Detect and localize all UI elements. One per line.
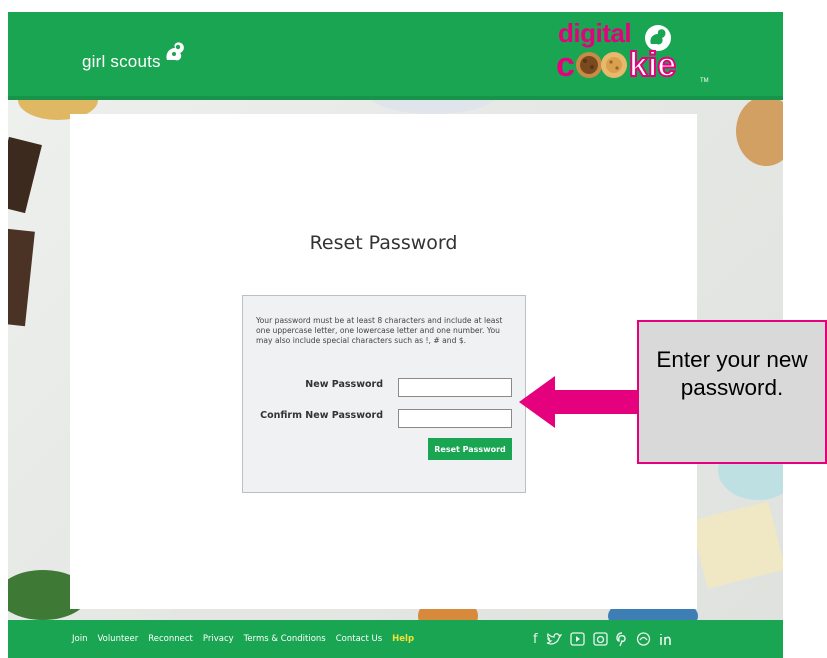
girl-scouts-logo[interactable]: girl scouts [82, 40, 187, 72]
pinterest-icon[interactable] [615, 631, 628, 647]
reset-password-button[interactable]: Reset Password [428, 438, 512, 460]
digital-cookie-logo[interactable]: digital c kie TM [556, 18, 716, 92]
digital-cookie-logo-digital: digital [558, 18, 632, 48]
social-links: f [533, 620, 675, 658]
blog-icon[interactable] [636, 632, 651, 646]
facebook-icon[interactable]: f [533, 633, 538, 646]
new-password-input[interactable] [398, 378, 512, 397]
confirm-password-input[interactable] [398, 409, 512, 428]
reset-password-form: Your password must be at least 8 charact… [242, 295, 526, 493]
digital-cookie-logo-kie: kie [628, 46, 677, 84]
footer-link-privacy[interactable]: Privacy [203, 634, 234, 644]
page-title: Reset Password [309, 232, 458, 254]
confirm-password-label: Confirm New Password [260, 410, 383, 421]
footer-link-join[interactable]: Join [72, 634, 87, 644]
instagram-icon[interactable] [592, 632, 608, 646]
footer-nav: Join Volunteer Reconnect Privacy Terms &… [72, 620, 414, 658]
cookie-image [736, 100, 783, 166]
twitter-icon[interactable] [546, 632, 562, 646]
footer-link-volunteer[interactable]: Volunteer [97, 634, 138, 644]
trademark-mark: TM [700, 78, 709, 84]
cheese-image [690, 501, 783, 589]
new-password-label: New Password [305, 379, 383, 390]
pointer-arrow-icon [519, 376, 641, 428]
site-footer: Join Volunteer Reconnect Privacy Terms &… [8, 620, 783, 658]
reset-password-card: Reset Password Your password must be at … [70, 114, 697, 609]
trefoil-icon [166, 42, 184, 61]
girl-scouts-logo-text: girl scouts [82, 52, 161, 71]
site-header: girl scouts digital c kie TM [8, 12, 783, 100]
digital-cookie-logo-cookie: c kie [556, 46, 677, 84]
instruction-callout-text: Enter your new password. [656, 347, 808, 400]
footer-link-contact[interactable]: Contact Us [336, 634, 382, 644]
youtube-icon[interactable] [569, 632, 585, 646]
linkedin-icon[interactable] [659, 632, 675, 646]
password-requirements-text: Your password must be at least 8 charact… [256, 316, 503, 345]
footer-link-help[interactable]: Help [392, 634, 414, 644]
footer-link-terms[interactable]: Terms & Conditions [244, 634, 326, 644]
chocolate-piece-image [8, 228, 35, 327]
bowl-image [368, 100, 498, 114]
cookie-icon [575, 52, 627, 78]
chocolate-piece-image [8, 136, 42, 214]
footer-link-reconnect[interactable]: Reconnect [148, 634, 193, 644]
instruction-callout: Enter your new password. [637, 320, 827, 464]
digital-cookie-logo-c: c [556, 46, 575, 84]
